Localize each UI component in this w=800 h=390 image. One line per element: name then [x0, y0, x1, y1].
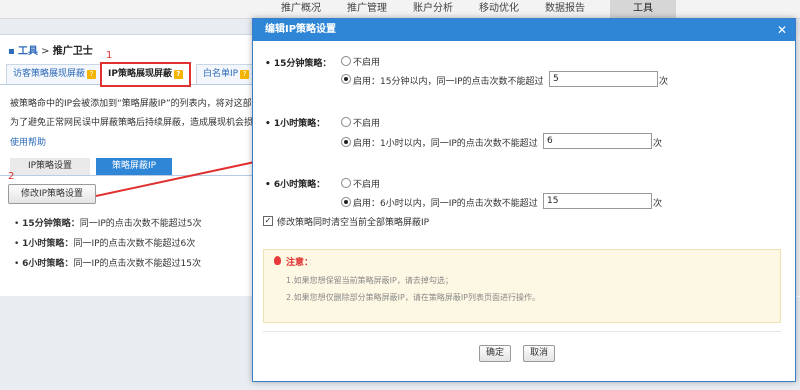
strategy-6h-on-radio[interactable]: [341, 197, 351, 207]
strategy-1h-value-input[interactable]: 6: [543, 133, 652, 149]
strategy-15min-off-label: 不启用: [353, 58, 381, 68]
dialog-divider: [263, 331, 781, 332]
bulb-icon: [274, 256, 281, 265]
strategy-1h-off-label: 不启用: [353, 119, 381, 129]
strategy-6h-off-label: 不启用: [353, 180, 381, 190]
strategy-15min-off-radio[interactable]: [341, 56, 351, 66]
strategy-1h-unit: 次: [653, 139, 663, 149]
strategy-15min-label: • 15分钟策略：: [265, 59, 332, 69]
confirm-button[interactable]: 确定: [479, 345, 511, 362]
strategy-1h-on-label: 启用：1小时以内，同一IP的点击次数不能超过: [353, 139, 538, 149]
notice-line-1: 1.如果您想保留当前策略屏蔽IP，请去掉勾选；: [286, 276, 453, 285]
arrow-line: [95, 159, 265, 197]
strategy-1h-off-radio[interactable]: [341, 117, 351, 127]
strategy-15min-value-input[interactable]: 5: [549, 71, 658, 87]
close-icon[interactable]: ✕: [777, 19, 787, 41]
clear-blocked-ip-checkbox[interactable]: ✓: [263, 216, 273, 226]
notice-title: 注意：: [286, 258, 314, 268]
edit-ip-strategy-dialog: 编辑IP策略设置 ✕ • 15分钟策略： 不启用 启用：15分钟以内，同一IP的…: [252, 18, 796, 382]
notice-line-2: 2.如果您想仅删除部分策略屏蔽IP，请在策略屏蔽IP列表页面进行操作。: [286, 293, 540, 302]
dialog-title: 编辑IP策略设置: [265, 24, 337, 35]
notice-box: 注意： 1.如果您想保留当前策略屏蔽IP，请去掉勾选； 2.如果您想仅删除部分策…: [263, 249, 781, 323]
strategy-15min-on-label: 启用：15分钟以内，同一IP的点击次数不能超过: [353, 77, 544, 87]
cancel-button[interactable]: 取消: [523, 345, 555, 362]
clear-blocked-ip-label: 修改策略同时清空当前全部策略屏蔽IP: [277, 218, 430, 228]
strategy-6h-unit: 次: [653, 199, 663, 209]
dialog-header: 编辑IP策略设置 ✕: [253, 19, 795, 41]
strategy-15min-unit: 次: [659, 77, 669, 87]
strategy-1h-label: • 1小时策略：: [265, 119, 326, 129]
strategy-1h-on-radio[interactable]: [341, 137, 351, 147]
strategy-6h-label: • 6小时策略：: [265, 180, 326, 190]
strategy-6h-on-label: 启用：6小时以内，同一IP的点击次数不能超过: [353, 199, 538, 209]
strategy-6h-value-input[interactable]: 15: [543, 193, 652, 209]
strategy-6h-off-radio[interactable]: [341, 178, 351, 188]
strategy-15min-on-radio[interactable]: [341, 74, 351, 84]
